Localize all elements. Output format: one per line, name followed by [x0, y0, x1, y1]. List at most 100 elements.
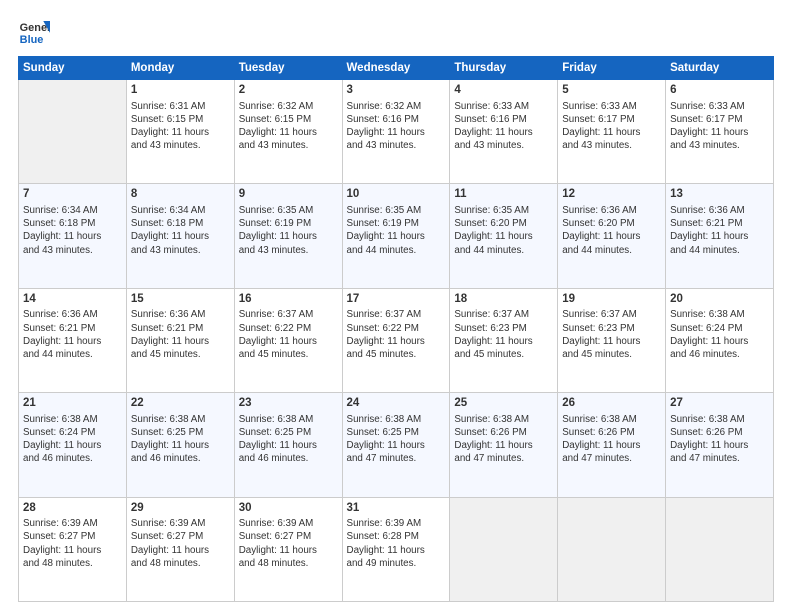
- weekday-header-sunday: Sunday: [19, 57, 127, 80]
- calendar-week-row: 21Sunrise: 6:38 AM Sunset: 6:24 PM Dayli…: [19, 393, 774, 497]
- calendar-cell: 3Sunrise: 6:32 AM Sunset: 6:16 PM Daylig…: [342, 80, 450, 184]
- day-number: 29: [131, 501, 230, 517]
- day-info: Sunrise: 6:35 AM Sunset: 6:19 PM Dayligh…: [239, 204, 338, 257]
- weekday-header-wednesday: Wednesday: [342, 57, 450, 80]
- day-info: Sunrise: 6:34 AM Sunset: 6:18 PM Dayligh…: [131, 204, 230, 257]
- day-info: Sunrise: 6:32 AM Sunset: 6:15 PM Dayligh…: [239, 100, 338, 153]
- day-info: Sunrise: 6:38 AM Sunset: 6:26 PM Dayligh…: [670, 413, 769, 466]
- day-number: 11: [454, 187, 553, 203]
- day-number: 18: [454, 292, 553, 308]
- day-info: Sunrise: 6:37 AM Sunset: 6:22 PM Dayligh…: [347, 308, 446, 361]
- day-info: Sunrise: 6:35 AM Sunset: 6:19 PM Dayligh…: [347, 204, 446, 257]
- weekday-header-saturday: Saturday: [666, 57, 774, 80]
- day-number: 24: [347, 396, 446, 412]
- calendar-cell: 16Sunrise: 6:37 AM Sunset: 6:22 PM Dayli…: [234, 288, 342, 392]
- day-info: Sunrise: 6:38 AM Sunset: 6:25 PM Dayligh…: [239, 413, 338, 466]
- weekday-header-friday: Friday: [558, 57, 666, 80]
- calendar-week-row: 28Sunrise: 6:39 AM Sunset: 6:27 PM Dayli…: [19, 497, 774, 601]
- day-info: Sunrise: 6:36 AM Sunset: 6:21 PM Dayligh…: [670, 204, 769, 257]
- calendar-cell: 7Sunrise: 6:34 AM Sunset: 6:18 PM Daylig…: [19, 184, 127, 288]
- day-info: Sunrise: 6:37 AM Sunset: 6:23 PM Dayligh…: [454, 308, 553, 361]
- calendar-cell: 13Sunrise: 6:36 AM Sunset: 6:21 PM Dayli…: [666, 184, 774, 288]
- day-number: 3: [347, 83, 446, 99]
- calendar-cell: 5Sunrise: 6:33 AM Sunset: 6:17 PM Daylig…: [558, 80, 666, 184]
- calendar-cell: 6Sunrise: 6:33 AM Sunset: 6:17 PM Daylig…: [666, 80, 774, 184]
- logo-icon: General Blue: [18, 16, 50, 48]
- header: General Blue: [18, 16, 774, 48]
- calendar-cell: 2Sunrise: 6:32 AM Sunset: 6:15 PM Daylig…: [234, 80, 342, 184]
- calendar-cell: 22Sunrise: 6:38 AM Sunset: 6:25 PM Dayli…: [126, 393, 234, 497]
- day-info: Sunrise: 6:39 AM Sunset: 6:27 PM Dayligh…: [23, 517, 122, 570]
- calendar-table: SundayMondayTuesdayWednesdayThursdayFrid…: [18, 56, 774, 602]
- calendar-week-row: 1Sunrise: 6:31 AM Sunset: 6:15 PM Daylig…: [19, 80, 774, 184]
- day-number: 30: [239, 501, 338, 517]
- logo: General Blue: [18, 16, 50, 48]
- calendar-cell: 12Sunrise: 6:36 AM Sunset: 6:20 PM Dayli…: [558, 184, 666, 288]
- calendar-cell: 19Sunrise: 6:37 AM Sunset: 6:23 PM Dayli…: [558, 288, 666, 392]
- day-number: 22: [131, 396, 230, 412]
- weekday-header-row: SundayMondayTuesdayWednesdayThursdayFrid…: [19, 57, 774, 80]
- calendar-cell: 11Sunrise: 6:35 AM Sunset: 6:20 PM Dayli…: [450, 184, 558, 288]
- day-info: Sunrise: 6:33 AM Sunset: 6:17 PM Dayligh…: [670, 100, 769, 153]
- day-number: 28: [23, 501, 122, 517]
- calendar-cell: 1Sunrise: 6:31 AM Sunset: 6:15 PM Daylig…: [126, 80, 234, 184]
- calendar-cell: 8Sunrise: 6:34 AM Sunset: 6:18 PM Daylig…: [126, 184, 234, 288]
- day-number: 9: [239, 187, 338, 203]
- day-number: 5: [562, 83, 661, 99]
- day-number: 1: [131, 83, 230, 99]
- calendar-cell: [19, 80, 127, 184]
- day-info: Sunrise: 6:39 AM Sunset: 6:28 PM Dayligh…: [347, 517, 446, 570]
- calendar-cell: 17Sunrise: 6:37 AM Sunset: 6:22 PM Dayli…: [342, 288, 450, 392]
- day-number: 12: [562, 187, 661, 203]
- weekday-header-tuesday: Tuesday: [234, 57, 342, 80]
- day-number: 19: [562, 292, 661, 308]
- calendar-cell: [666, 497, 774, 601]
- calendar-cell: 26Sunrise: 6:38 AM Sunset: 6:26 PM Dayli…: [558, 393, 666, 497]
- day-info: Sunrise: 6:39 AM Sunset: 6:27 PM Dayligh…: [131, 517, 230, 570]
- day-info: Sunrise: 6:32 AM Sunset: 6:16 PM Dayligh…: [347, 100, 446, 153]
- day-info: Sunrise: 6:37 AM Sunset: 6:22 PM Dayligh…: [239, 308, 338, 361]
- day-info: Sunrise: 6:38 AM Sunset: 6:25 PM Dayligh…: [131, 413, 230, 466]
- day-info: Sunrise: 6:38 AM Sunset: 6:24 PM Dayligh…: [23, 413, 122, 466]
- day-info: Sunrise: 6:36 AM Sunset: 6:21 PM Dayligh…: [23, 308, 122, 361]
- day-number: 4: [454, 83, 553, 99]
- calendar-cell: 31Sunrise: 6:39 AM Sunset: 6:28 PM Dayli…: [342, 497, 450, 601]
- day-number: 7: [23, 187, 122, 203]
- day-info: Sunrise: 6:38 AM Sunset: 6:25 PM Dayligh…: [347, 413, 446, 466]
- calendar-cell: 21Sunrise: 6:38 AM Sunset: 6:24 PM Dayli…: [19, 393, 127, 497]
- calendar-cell: 18Sunrise: 6:37 AM Sunset: 6:23 PM Dayli…: [450, 288, 558, 392]
- calendar-cell: 27Sunrise: 6:38 AM Sunset: 6:26 PM Dayli…: [666, 393, 774, 497]
- day-info: Sunrise: 6:38 AM Sunset: 6:24 PM Dayligh…: [670, 308, 769, 361]
- calendar-cell: 10Sunrise: 6:35 AM Sunset: 6:19 PM Dayli…: [342, 184, 450, 288]
- day-number: 6: [670, 83, 769, 99]
- calendar-cell: 28Sunrise: 6:39 AM Sunset: 6:27 PM Dayli…: [19, 497, 127, 601]
- day-number: 14: [23, 292, 122, 308]
- day-number: 25: [454, 396, 553, 412]
- weekday-header-monday: Monday: [126, 57, 234, 80]
- day-info: Sunrise: 6:34 AM Sunset: 6:18 PM Dayligh…: [23, 204, 122, 257]
- day-number: 27: [670, 396, 769, 412]
- calendar-cell: 4Sunrise: 6:33 AM Sunset: 6:16 PM Daylig…: [450, 80, 558, 184]
- day-info: Sunrise: 6:36 AM Sunset: 6:20 PM Dayligh…: [562, 204, 661, 257]
- calendar-cell: 30Sunrise: 6:39 AM Sunset: 6:27 PM Dayli…: [234, 497, 342, 601]
- svg-text:Blue: Blue: [20, 34, 44, 46]
- calendar-week-row: 14Sunrise: 6:36 AM Sunset: 6:21 PM Dayli…: [19, 288, 774, 392]
- day-number: 17: [347, 292, 446, 308]
- day-info: Sunrise: 6:35 AM Sunset: 6:20 PM Dayligh…: [454, 204, 553, 257]
- day-number: 8: [131, 187, 230, 203]
- day-number: 31: [347, 501, 446, 517]
- day-number: 16: [239, 292, 338, 308]
- day-number: 2: [239, 83, 338, 99]
- day-number: 15: [131, 292, 230, 308]
- calendar-cell: 23Sunrise: 6:38 AM Sunset: 6:25 PM Dayli…: [234, 393, 342, 497]
- day-number: 20: [670, 292, 769, 308]
- calendar-cell: 15Sunrise: 6:36 AM Sunset: 6:21 PM Dayli…: [126, 288, 234, 392]
- day-info: Sunrise: 6:36 AM Sunset: 6:21 PM Dayligh…: [131, 308, 230, 361]
- day-info: Sunrise: 6:38 AM Sunset: 6:26 PM Dayligh…: [454, 413, 553, 466]
- day-info: Sunrise: 6:37 AM Sunset: 6:23 PM Dayligh…: [562, 308, 661, 361]
- weekday-header-thursday: Thursday: [450, 57, 558, 80]
- calendar-cell: [450, 497, 558, 601]
- calendar-cell: [558, 497, 666, 601]
- calendar-cell: 20Sunrise: 6:38 AM Sunset: 6:24 PM Dayli…: [666, 288, 774, 392]
- day-number: 26: [562, 396, 661, 412]
